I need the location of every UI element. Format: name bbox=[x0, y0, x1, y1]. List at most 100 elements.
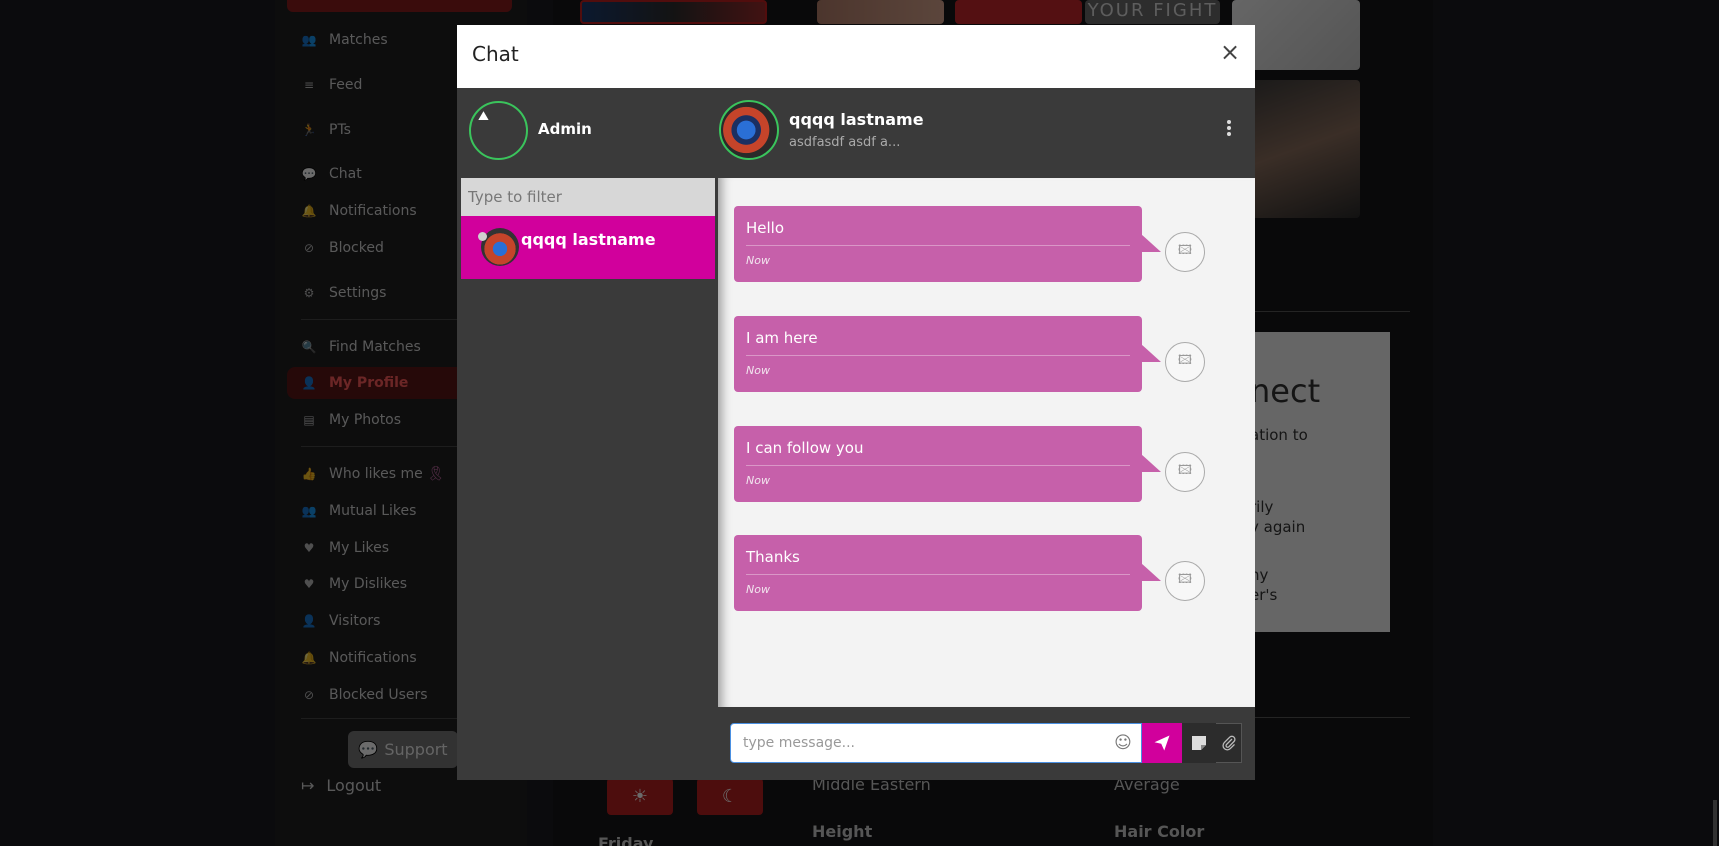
message-bubble: I am here Now bbox=[734, 316, 1161, 392]
message-time: Now bbox=[746, 583, 770, 596]
running-icon: 🏃 bbox=[301, 123, 317, 137]
close-icon: × bbox=[1219, 38, 1241, 66]
sidebar-item-label: Who likes me bbox=[329, 466, 423, 482]
broken-image-icon: 🖾 bbox=[1177, 353, 1193, 368]
broken-image-icon: ⛰ bbox=[478, 109, 489, 124]
photos-icon: ▤ bbox=[303, 413, 315, 427]
support-label: Support bbox=[384, 740, 448, 759]
sun-icon: ☀ bbox=[631, 786, 649, 807]
message-bubble: I can follow you Now bbox=[734, 426, 1161, 502]
dark-mode-button[interactable]: ☾ bbox=[697, 778, 763, 815]
chat-icon: 💬 bbox=[301, 167, 317, 181]
sidebar-item-label: Matches bbox=[329, 32, 388, 48]
avatar[interactable] bbox=[719, 100, 779, 160]
card-heading: nect bbox=[1250, 372, 1321, 410]
sidebar-item-label: Notifications bbox=[329, 203, 417, 219]
sidebar-item-label: My Photos bbox=[329, 412, 402, 428]
message-divider bbox=[746, 465, 1130, 466]
message-divider bbox=[746, 355, 1130, 356]
card-line: ation to bbox=[1250, 426, 1308, 444]
bell-icon: 🔔 bbox=[301, 204, 317, 218]
support-button[interactable]: 💬 Support bbox=[348, 731, 458, 768]
sidebar-item-label: My Profile bbox=[329, 375, 409, 391]
sidebar-item-label: Find Matches bbox=[329, 339, 421, 355]
thumbs-up-icon: 👍 bbox=[301, 467, 317, 481]
message-divider bbox=[746, 574, 1130, 575]
message-text: I can follow you bbox=[746, 439, 864, 457]
sidebar-item-label: My Dislikes bbox=[329, 576, 408, 592]
contact-item[interactable]: qqqq lastname bbox=[461, 216, 715, 279]
avatar: 🖾 bbox=[1165, 561, 1205, 601]
avatar[interactable]: ⛰ bbox=[469, 101, 528, 160]
hair-color-label: Hair Color bbox=[1114, 822, 1205, 841]
peer-name: qqqq lastname bbox=[789, 110, 924, 129]
message-time: Now bbox=[746, 254, 770, 267]
modal-title: Chat bbox=[472, 42, 519, 66]
sidebar-item-label: Notifications bbox=[329, 650, 417, 666]
profile-photo[interactable] bbox=[955, 0, 1082, 24]
layers-icon: ≡ bbox=[303, 78, 315, 92]
user-icon: 👤 bbox=[301, 614, 317, 628]
message-bubble: Hello Now bbox=[734, 206, 1161, 282]
bell-icon: 🔔 bbox=[301, 651, 317, 665]
info-card: nect ation to rily y again ny er's bbox=[1250, 332, 1390, 632]
chat-modal: Chat × ⛰ Admin qqqq lastname asdfasdf as… bbox=[457, 25, 1255, 780]
modal-header: Chat × bbox=[457, 25, 1255, 88]
message-time: Now bbox=[746, 364, 770, 377]
filter-input[interactable] bbox=[461, 178, 715, 216]
profile-photo[interactable] bbox=[817, 0, 944, 24]
contact-name: qqqq lastname bbox=[521, 230, 656, 249]
sidebar-item-label: Chat bbox=[329, 166, 362, 182]
light-mode-button[interactable]: ☀ bbox=[607, 778, 673, 815]
ban-icon: ⊘ bbox=[303, 688, 315, 702]
message-input[interactable] bbox=[730, 723, 1142, 763]
sidebar-item-label: Feed bbox=[329, 77, 363, 93]
status-dot bbox=[478, 232, 487, 241]
sticker-icon bbox=[1192, 736, 1206, 750]
logout-label: Logout bbox=[326, 776, 382, 795]
users-icon: 👥 bbox=[301, 33, 317, 47]
contact-list: qqqq lastname bbox=[461, 178, 715, 780]
avatar: 🖾 bbox=[1165, 232, 1205, 272]
sidebar-item-label: Mutual Likes bbox=[329, 503, 417, 519]
message-composer: ☺ bbox=[718, 707, 1255, 780]
current-user-header: ⛰ Admin bbox=[457, 88, 715, 178]
emoji-icon[interactable]: ☺ bbox=[1112, 732, 1134, 754]
page-scrollbar[interactable] bbox=[1713, 800, 1717, 846]
sidebar-item-label: Blocked Users bbox=[329, 687, 428, 703]
broken-image-icon: 🖾 bbox=[1177, 243, 1193, 258]
photo-caption: YOUR FIGHT bbox=[1087, 0, 1218, 21]
message-divider bbox=[746, 245, 1130, 246]
avatar: 🖾 bbox=[1165, 452, 1205, 492]
avatar bbox=[481, 228, 519, 266]
peer-status: asdfasdf asdf a... bbox=[789, 135, 901, 150]
heart-icon: ♥ bbox=[303, 541, 315, 555]
sidebar-top-active-bar bbox=[287, 0, 512, 12]
message-text: I am here bbox=[746, 329, 818, 347]
logout-button[interactable]: ↦ Logout bbox=[301, 776, 381, 795]
profile-photo[interactable]: YOUR FIGHT bbox=[1085, 0, 1220, 24]
sticker-button[interactable] bbox=[1182, 723, 1216, 763]
ban-icon: ⊘ bbox=[303, 241, 315, 255]
more-options-icon[interactable] bbox=[1225, 116, 1233, 140]
send-button[interactable] bbox=[1142, 723, 1182, 763]
attach-button[interactable] bbox=[1216, 723, 1242, 763]
message-text: Hello bbox=[746, 219, 785, 237]
avatar: 🖾 bbox=[1165, 342, 1205, 382]
sidebar-item-label: My Likes bbox=[329, 540, 390, 556]
paperclip-icon bbox=[1221, 735, 1236, 751]
chat-icon: 💬 bbox=[358, 740, 379, 759]
gear-icon: ⚙ bbox=[303, 286, 315, 300]
broken-heart-icon: ♥ bbox=[303, 577, 315, 591]
close-button[interactable]: × bbox=[1219, 39, 1241, 65]
sidebar-item-label: Blocked bbox=[329, 240, 384, 256]
profile-photo[interactable] bbox=[580, 0, 767, 24]
search-icon: 🔍 bbox=[301, 340, 317, 354]
current-user-name: Admin bbox=[538, 120, 592, 138]
sidebar-item-label: Settings bbox=[329, 285, 387, 301]
day-label: Friday bbox=[598, 834, 654, 846]
message-list[interactable]: Hello Now 🖾 I am here Now 🖾 I can follow… bbox=[718, 178, 1255, 707]
message-text: Thanks bbox=[746, 548, 800, 566]
message-bubble: Thanks Now bbox=[734, 535, 1161, 611]
moon-icon: ☾ bbox=[721, 786, 739, 807]
